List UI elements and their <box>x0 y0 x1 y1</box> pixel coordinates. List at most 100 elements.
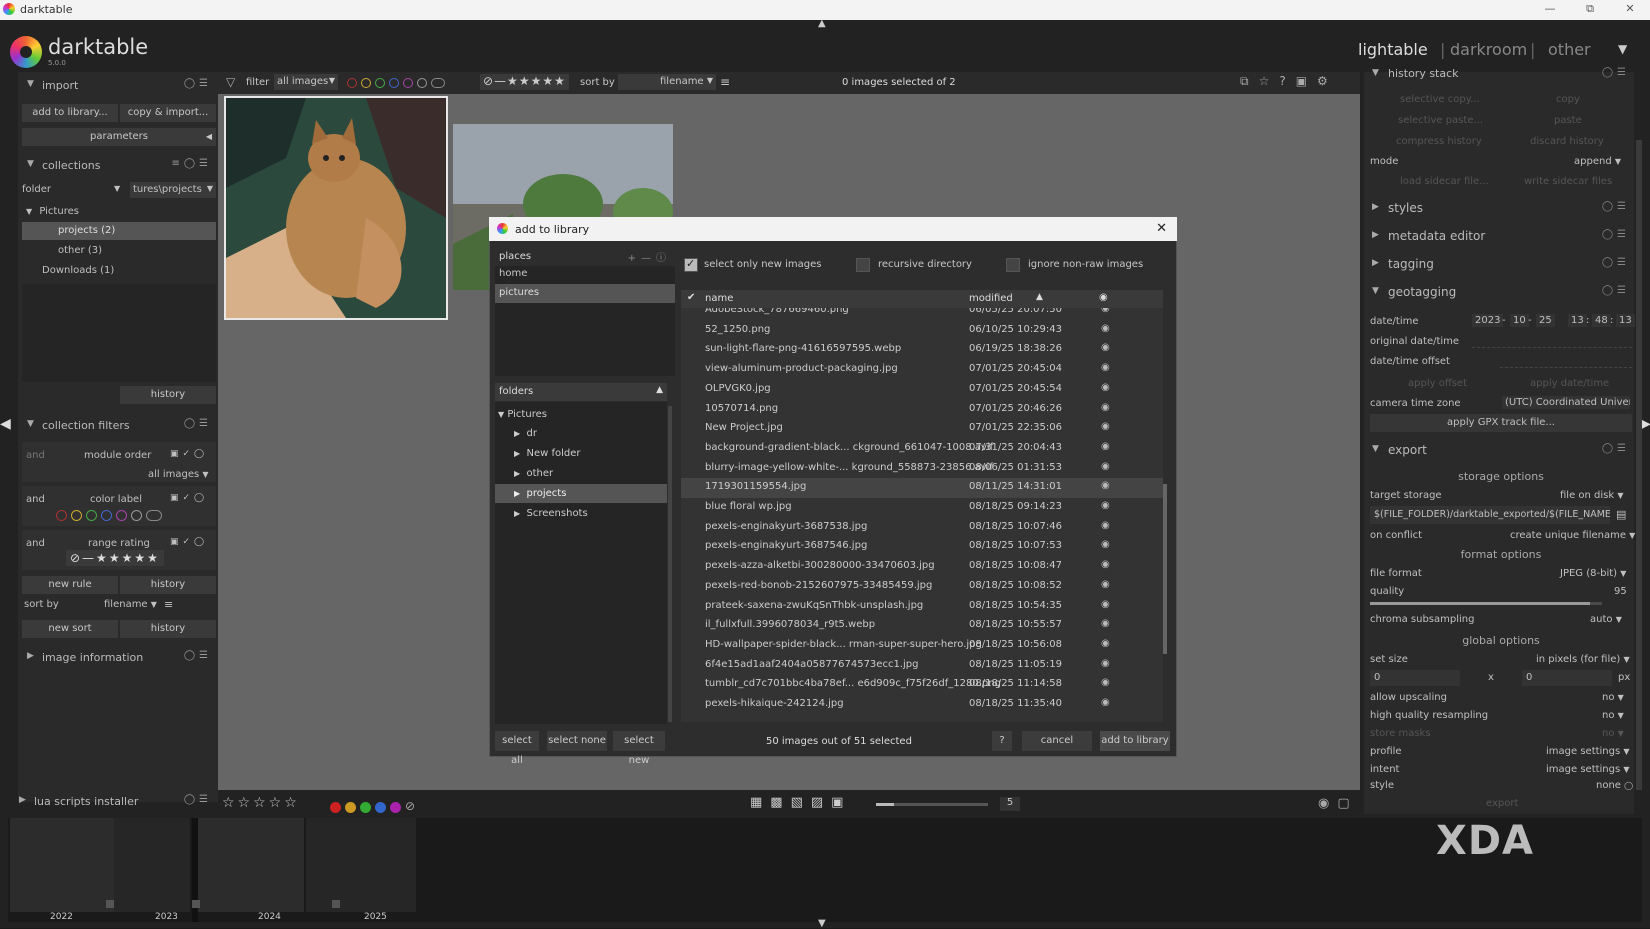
views-menu-icon[interactable]: ▼ <box>1618 42 1627 56</box>
green-label-icon[interactable] <box>86 510 97 521</box>
blue-label-icon[interactable] <box>375 801 386 813</box>
file-row[interactable]: 52_1250.png 06/10/25 10:29:43 ◉ <box>681 321 1163 341</box>
datetime-hour[interactable]: 13 <box>1568 314 1587 327</box>
eye-icon[interactable]: ◉ <box>1101 461 1110 472</box>
green-label-icon[interactable] <box>360 801 371 813</box>
red-label-icon[interactable] <box>330 801 341 813</box>
upscaling-select[interactable]: no ▼ <box>1602 692 1624 703</box>
profile-select[interactable]: image settings ▼ <box>1546 746 1630 757</box>
parameters-button[interactable]: parameters ◀ <box>22 128 216 146</box>
rule-value-select[interactable]: all images ▼ <box>148 469 209 480</box>
tagging-header[interactable]: ▶ tagging ◯☰ <box>1370 254 1632 276</box>
layout-mode-icons[interactable]: ▦▩▧▨▣ <box>750 795 851 810</box>
module-icons[interactable]: ◯☰ <box>1602 229 1630 240</box>
toolbar-right-icons[interactable]: ⧉☆?▣⚙ <box>1240 74 1338 89</box>
file-row[interactable]: blurry-image-yellow-white-... kground_55… <box>681 459 1163 479</box>
export-path-input[interactable]: $(FILE_FOLDER)/darktable_exported/$(FILE… <box>1370 506 1610 524</box>
gray-label-icon[interactable] <box>131 510 142 521</box>
select-column-check-icon[interactable]: ✔ <box>687 292 695 303</box>
new-sort-button[interactable]: new sort <box>22 620 118 638</box>
only-new-checkbox[interactable]: ✓ <box>684 257 698 272</box>
modified-column-header[interactable]: modified <box>969 293 1013 304</box>
import-module-header[interactable]: ▼ import ◯☰ <box>22 76 218 96</box>
zoom-slider[interactable] <box>876 803 988 806</box>
select-none-button[interactable]: select none <box>547 731 607 751</box>
target-storage-select[interactable]: file on disk ▼ <box>1560 490 1624 501</box>
width-input[interactable]: 0 <box>1370 670 1460 686</box>
sort-history-button[interactable]: history <box>120 620 216 638</box>
export-header[interactable]: ▼ export ◯☰ <box>1370 440 1632 462</box>
lua-scripts-header[interactable]: ▶ lua scripts installer ◯☰ <box>14 792 210 812</box>
module-icons[interactable]: ◯☰ <box>184 794 212 805</box>
file-row[interactable]: HD-wallpaper-spider-black... rman-super-… <box>681 636 1163 656</box>
view-darkroom[interactable]: darkroom <box>1450 40 1527 59</box>
collection-attribute-select[interactable]: folder ▼ <box>22 184 122 195</box>
metadata-editor-header[interactable]: ▶ metadata editor ◯☰ <box>1370 226 1632 248</box>
set-size-select[interactable]: in pixels (for file) ▼ <box>1536 654 1630 665</box>
range-rating-stars[interactable]: ⊘—★★★★★ <box>66 550 164 566</box>
color-label-swatches[interactable] <box>56 510 166 522</box>
blue-label-icon[interactable] <box>101 510 112 521</box>
ignore-nonraw-checkbox[interactable] <box>1006 258 1020 272</box>
image-information-header[interactable]: ▶ image information ◯☰ <box>22 648 218 668</box>
close-icon[interactable]: ✕ <box>1620 2 1640 18</box>
copy-import-button[interactable]: copy & import... <box>120 104 216 122</box>
thumbnail-cat[interactable] <box>224 96 448 320</box>
paste-button[interactable]: paste <box>1554 115 1582 126</box>
eye-icon[interactable]: ◉ <box>1101 402 1110 413</box>
purple-label-icon[interactable] <box>390 801 401 813</box>
module-icons[interactable]: ◯☰ <box>184 650 212 661</box>
recursive-checkbox[interactable] <box>856 258 870 272</box>
intent-select[interactable]: image settings ▼ <box>1546 764 1630 775</box>
eye-icon[interactable]: ◉ <box>1101 677 1110 688</box>
geotagging-header[interactable]: ▼ geotagging ◯☰ <box>1370 282 1632 304</box>
purple-label-icon[interactable] <box>116 510 127 521</box>
export-button[interactable]: export <box>1486 798 1518 809</box>
sort-direction-icon[interactable]: ≡ <box>720 75 730 89</box>
tree-root-pictures[interactable]: ▼ Pictures <box>26 206 79 217</box>
eye-icon[interactable]: ◉ <box>1101 500 1110 511</box>
new-rule-button[interactable]: new rule <box>22 576 118 594</box>
tree-item-downloads[interactable]: Downloads (1) <box>42 265 114 276</box>
eye-icon[interactable]: ◉ <box>1101 638 1110 649</box>
any-label-icon[interactable] <box>146 510 162 521</box>
folder-other[interactable]: ▶ other <box>514 468 553 479</box>
style-select[interactable]: none ◯ <box>1596 780 1633 791</box>
rule-icons[interactable]: ▣✓◯ <box>170 537 208 547</box>
file-list-scrollbar[interactable] <box>1163 484 1167 654</box>
place-pictures[interactable]: pictures <box>495 284 675 303</box>
apply-datetime-button[interactable]: apply date/time <box>1530 378 1609 389</box>
tree-item-other[interactable]: other (3) <box>58 245 102 256</box>
collections-history-button[interactable]: history <box>120 386 216 404</box>
purple-label-icon[interactable] <box>403 78 413 88</box>
tree-item-projects[interactable]: projects (2) <box>22 222 216 240</box>
yellow-label-icon[interactable] <box>361 78 371 88</box>
discard-history-button[interactable]: discard history <box>1530 136 1604 147</box>
datetime-year[interactable]: 2023 <box>1472 314 1504 327</box>
file-row[interactable]: pexels-enginakyurt-3687546.jpg 08/18/25 1… <box>681 537 1163 557</box>
eye-icon[interactable]: ◉ <box>1101 308 1110 314</box>
file-row[interactable]: 1719301159554.jpg 08/11/25 14:31:01 ◉ <box>681 478 1163 499</box>
folder-dr[interactable]: ▶ dr <box>514 428 537 439</box>
folder-projects[interactable]: ▶ projects <box>514 488 566 499</box>
collections-module-header[interactable]: ▼ collections ≡◯☰ <box>22 156 218 176</box>
eye-icon[interactable]: ◉ <box>1101 480 1110 491</box>
any-label-icon[interactable] <box>431 78 445 88</box>
select-all-button[interactable]: select all <box>495 731 539 766</box>
file-row[interactable]: background-gradient-black... ckground_66… <box>681 439 1163 459</box>
file-row[interactable]: view-aluminum-product-packaging.jpg 07/01… <box>681 360 1163 380</box>
top-panel-toggle-icon[interactable]: ▲ <box>818 18 826 29</box>
folder-icon[interactable]: ▤ <box>1616 508 1626 521</box>
module-icons[interactable]: ≡◯☰ <box>171 158 212 169</box>
add-to-library-button[interactable]: add to library... <box>22 104 118 122</box>
module-icons[interactable]: ◯☰ <box>1602 285 1630 296</box>
sort-by-select[interactable]: filename ▼ <box>104 599 157 610</box>
write-sidecar-button[interactable]: write sidecar files <box>1524 176 1612 187</box>
mode-select[interactable]: append ▼ <box>1574 156 1621 167</box>
green-label-icon[interactable] <box>375 78 385 88</box>
toolbar-rating-stars[interactable]: ⊘—★★★★★ <box>480 74 569 90</box>
dialog-close-icon[interactable]: ✕ <box>1156 221 1167 236</box>
hq-select[interactable]: no ▼ <box>1602 710 1624 721</box>
eye-icon[interactable]: ◉ <box>1101 658 1110 669</box>
height-input[interactable]: 0 <box>1522 670 1612 686</box>
